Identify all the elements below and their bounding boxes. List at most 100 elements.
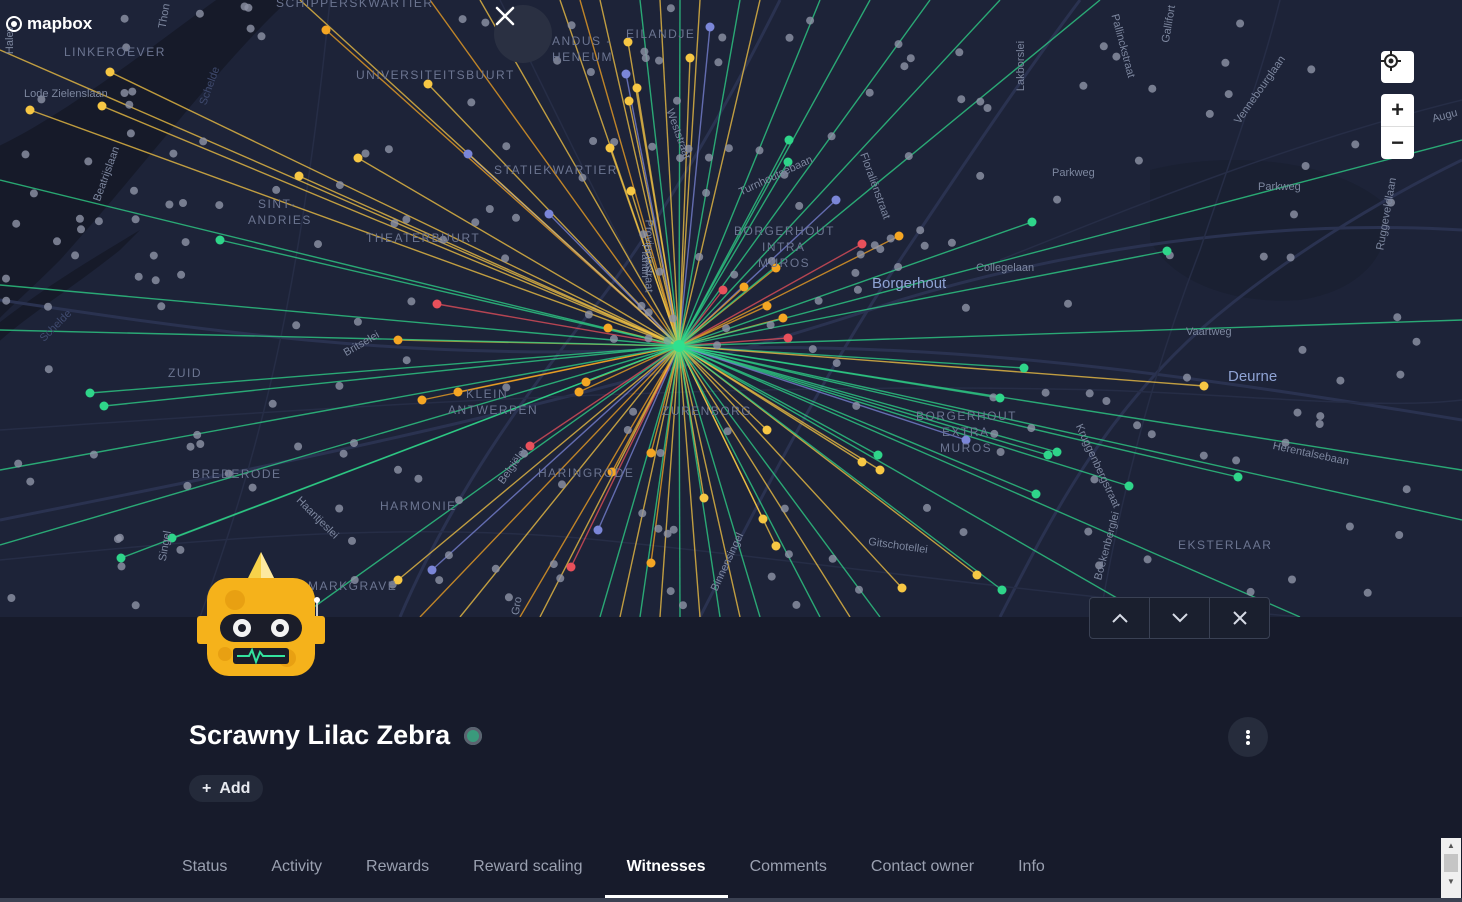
hotspot-dot: [1351, 140, 1360, 149]
hotspot-dot: [348, 536, 356, 545]
witness-dot: [321, 25, 331, 35]
scrollbar-thumb[interactable]: [1444, 854, 1458, 872]
next-hotspot-button[interactable]: [1149, 598, 1209, 638]
tab-rewards[interactable]: Rewards: [344, 848, 451, 898]
page-scrollbar[interactable]: ▲ ▼: [1441, 838, 1461, 898]
hotspot-dot: [44, 302, 52, 311]
hotspot-dot: [648, 142, 657, 151]
map-label: THEATERBUURT: [366, 231, 481, 245]
tab-status[interactable]: Status: [160, 848, 249, 898]
hotspot-dot: [414, 474, 423, 483]
hotspot-dot: [120, 14, 129, 23]
witness-dot: [685, 53, 695, 63]
scroll-up-arrow-icon[interactable]: ▲: [1441, 838, 1461, 852]
hotspot-dot: [1395, 531, 1404, 539]
hotspot-dot: [1315, 420, 1324, 428]
hotspot-name: Scrawny Lilac Zebra: [189, 720, 451, 750]
hotspot-dot: [128, 87, 137, 96]
map-label: Lakborslei: [1015, 40, 1028, 92]
witness-dot: [105, 67, 115, 77]
hotspot-dot: [199, 137, 208, 146]
hotspot-dot: [894, 263, 903, 271]
geolocate-control[interactable]: [1381, 51, 1414, 83]
witness-link: [678, 345, 681, 617]
tab-witnesses[interactable]: Witnesses: [604, 848, 728, 898]
geolocate-button[interactable]: [1381, 51, 1414, 83]
hotspot-dot: [886, 234, 895, 243]
hotspot-dot: [654, 524, 663, 533]
witness-dot: [463, 149, 473, 159]
previous-hotspot-button[interactable]: [1090, 598, 1149, 638]
map-label: HARMONIE: [380, 499, 457, 513]
hotspot-dot: [149, 251, 158, 260]
close-icon: [1232, 611, 1247, 625]
hotspot-dot: [125, 100, 134, 109]
map-label: MUROS: [758, 256, 811, 270]
hotspot-dot: [335, 381, 344, 390]
map-label: Parkweg: [1052, 167, 1095, 179]
zoom-out-button[interactable]: −: [1381, 126, 1414, 159]
map-label: HENEUM: [552, 50, 614, 64]
hotspot-dot: [1224, 90, 1233, 99]
hotspot-dot: [673, 96, 681, 105]
hotspot-dot: [865, 88, 874, 97]
hotspot-dot: [248, 483, 257, 492]
hotspot-tabs: Status Activity Rewards Reward scaling W…: [160, 848, 1067, 898]
hotspot-dot: [21, 150, 30, 159]
tab-reward-scaling[interactable]: Reward scaling: [451, 848, 604, 898]
witness-link: [0, 345, 680, 546]
close-panel-button[interactable]: [1209, 598, 1269, 638]
tab-info[interactable]: Info: [996, 848, 1067, 898]
hotspot-dot: [916, 226, 925, 235]
kebab-menu-icon: [1246, 728, 1250, 746]
mapbox-logo[interactable]: mapbox: [6, 14, 92, 34]
hotspot-dot: [94, 217, 103, 226]
hotspot-dot: [702, 188, 711, 197]
witness-dot: [873, 450, 883, 460]
hotspot-dot: [852, 401, 861, 410]
witness-link: [678, 0, 681, 347]
hotspot-dot: [723, 427, 732, 436]
zoom-in-button[interactable]: +: [1381, 94, 1414, 126]
map-label: BREDERODE: [192, 467, 282, 481]
hotspot-dot: [512, 213, 520, 222]
hotspot-dot: [957, 95, 966, 104]
witness-dot: [718, 285, 728, 295]
map-canvas: [0, 0, 1462, 617]
hotspot-dot: [7, 594, 16, 602]
hotspot-dot: [637, 301, 646, 310]
hotspot-dot: [361, 149, 370, 158]
tab-activity[interactable]: Activity: [249, 848, 344, 898]
witness-dot: [758, 514, 768, 524]
witness-dot: [1019, 363, 1029, 373]
hotspot-dot: [131, 601, 140, 610]
hotspot-dot: [193, 430, 202, 439]
map-label: BORGERHOUT: [916, 409, 1018, 423]
witness-map[interactable]: SCHIPPERSKWARTIER LINKEROEVER Lode Ziele…: [0, 0, 1462, 617]
tab-contact-owner[interactable]: Contact owner: [849, 848, 996, 898]
hotspot-dot: [294, 442, 303, 451]
hotspot-dot: [215, 201, 224, 210]
scroll-down-arrow-icon[interactable]: ▼: [1441, 874, 1461, 888]
tab-comments[interactable]: Comments: [728, 848, 849, 898]
witness-dot: [624, 96, 634, 106]
hotspot-dot: [870, 241, 879, 250]
zoom-control[interactable]: + −: [1381, 94, 1414, 159]
hotspot-dot: [983, 104, 992, 112]
hotspot-dot: [1041, 388, 1050, 397]
hotspot-dot: [14, 459, 23, 468]
hotspot-dot: [959, 528, 968, 537]
witness-link: [519, 345, 680, 617]
hotspot-dot: [1301, 162, 1310, 170]
hotspot-dot: [176, 545, 185, 554]
map-label: Parkweg: [1258, 181, 1301, 193]
witness-dot: [353, 153, 363, 163]
hotspot-dot: [151, 276, 160, 285]
hotspot-dot: [1199, 451, 1208, 460]
hotspot-navigation: [1089, 597, 1270, 639]
more-options-button[interactable]: [1228, 717, 1268, 757]
witness-dot: [739, 282, 749, 292]
close-map-button[interactable]: [494, 5, 552, 63]
add-button[interactable]: + Add: [189, 775, 264, 802]
hotspot-dot: [856, 250, 865, 259]
